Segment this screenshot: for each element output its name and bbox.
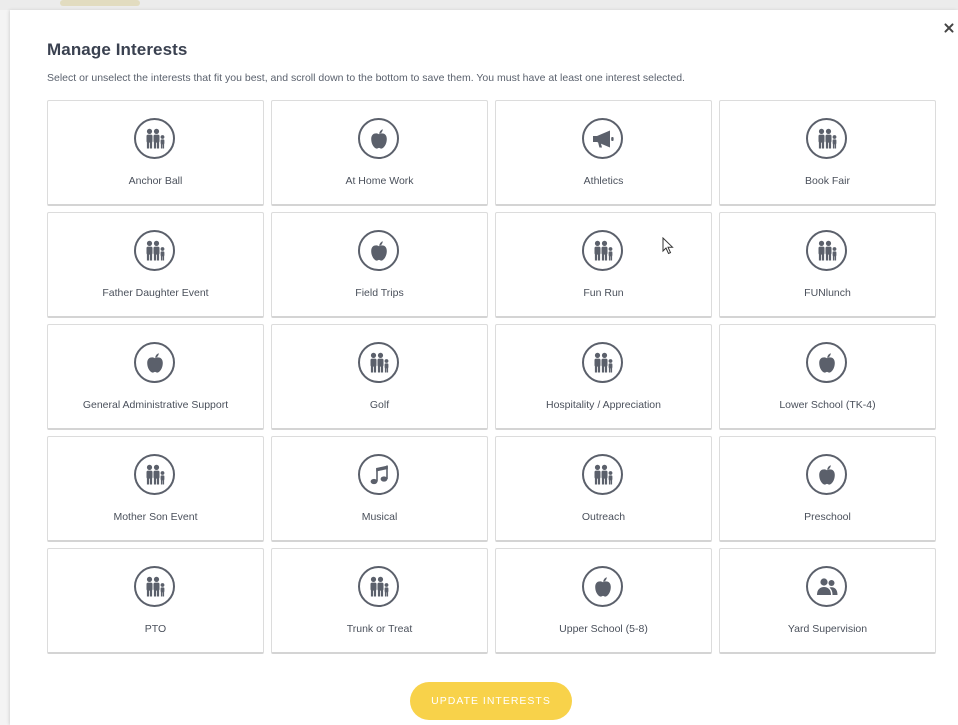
modal-subtitle: Select or unselect the interests that fi… xyxy=(47,72,685,84)
apple-icon xyxy=(358,230,399,271)
interest-label: Outreach xyxy=(581,511,626,523)
interest-label: Father Daughter Event xyxy=(102,287,209,299)
interest-label: Anchor Ball xyxy=(128,175,183,187)
interest-card-pto[interactable]: PTO xyxy=(47,548,264,654)
interest-label: Preschool xyxy=(804,511,851,523)
users-icon xyxy=(806,566,847,607)
interest-label: At Home Work xyxy=(345,175,414,187)
family-icon xyxy=(134,566,175,607)
manage-interests-modal: Manage Interests Select or unselect the … xyxy=(10,10,958,725)
interest-card-mother-son-event[interactable]: Mother Son Event xyxy=(47,436,264,542)
interest-label: Musical xyxy=(361,511,398,523)
music-note-icon xyxy=(358,454,399,495)
interest-card-at-home-work[interactable]: At Home Work xyxy=(271,100,488,206)
family-icon xyxy=(134,230,175,271)
interest-label: Hospitality / Appreciation xyxy=(546,399,661,411)
interest-card-book-fair[interactable]: Book Fair xyxy=(719,100,936,206)
family-icon xyxy=(582,454,623,495)
interest-card-general-administrative-support[interactable]: General Administrative Support xyxy=(47,324,264,430)
interest-card-field-trips[interactable]: Field Trips xyxy=(271,212,488,318)
apple-icon xyxy=(134,342,175,383)
interest-label: Lower School (TK-4) xyxy=(779,399,876,411)
apple-icon xyxy=(358,118,399,159)
interest-card-lower-school-tk-4[interactable]: Lower School (TK-4) xyxy=(719,324,936,430)
interest-card-preschool[interactable]: Preschool xyxy=(719,436,936,542)
backdrop-ghost-element xyxy=(60,0,140,6)
page-backdrop xyxy=(0,0,958,10)
interest-label: Field Trips xyxy=(355,287,404,299)
family-icon xyxy=(806,118,847,159)
interest-card-fun-run[interactable]: Fun Run xyxy=(495,212,712,318)
family-icon xyxy=(806,230,847,271)
mouse-cursor-icon xyxy=(662,237,674,255)
family-icon xyxy=(582,342,623,383)
family-icon xyxy=(134,454,175,495)
interest-label: General Administrative Support xyxy=(82,399,229,411)
interest-card-anchor-ball[interactable]: Anchor Ball xyxy=(47,100,264,206)
interest-card-funlunch[interactable]: FUNlunch xyxy=(719,212,936,318)
interest-card-outreach[interactable]: Outreach xyxy=(495,436,712,542)
interest-label: Mother Son Event xyxy=(113,511,198,523)
close-icon[interactable] xyxy=(942,21,956,35)
interest-label: Trunk or Treat xyxy=(346,623,413,635)
interest-label: Book Fair xyxy=(805,175,850,187)
interest-label: Athletics xyxy=(583,175,624,187)
interest-label: PTO xyxy=(144,623,167,635)
apple-icon xyxy=(806,454,847,495)
interest-card-musical[interactable]: Musical xyxy=(271,436,488,542)
megaphone-icon xyxy=(582,118,623,159)
interest-card-golf[interactable]: Golf xyxy=(271,324,488,430)
interest-label: Golf xyxy=(369,399,390,411)
interest-label: FUNlunch xyxy=(804,287,851,299)
family-icon xyxy=(358,342,399,383)
interest-card-yard-supervision[interactable]: Yard Supervision xyxy=(719,548,936,654)
family-icon xyxy=(582,230,623,271)
interest-label: Upper School (5-8) xyxy=(559,623,648,635)
interests-grid: Anchor Ball At Home Work Athletics Book Fai… xyxy=(47,100,936,654)
interest-label: Fun Run xyxy=(583,287,624,299)
apple-icon xyxy=(582,566,623,607)
apple-icon xyxy=(806,342,847,383)
modal-title: Manage Interests xyxy=(47,40,188,59)
interest-card-trunk-or-treat[interactable]: Trunk or Treat xyxy=(271,548,488,654)
family-icon xyxy=(134,118,175,159)
interest-card-father-daughter-event[interactable]: Father Daughter Event xyxy=(47,212,264,318)
interest-label: Yard Supervision xyxy=(787,623,868,635)
interest-card-hospitality-appreciation[interactable]: Hospitality / Appreciation xyxy=(495,324,712,430)
update-interests-button[interactable]: UPDATE INTERESTS xyxy=(410,682,572,720)
interest-card-upper-school-5-8[interactable]: Upper School (5-8) xyxy=(495,548,712,654)
interest-card-athletics[interactable]: Athletics xyxy=(495,100,712,206)
family-icon xyxy=(358,566,399,607)
